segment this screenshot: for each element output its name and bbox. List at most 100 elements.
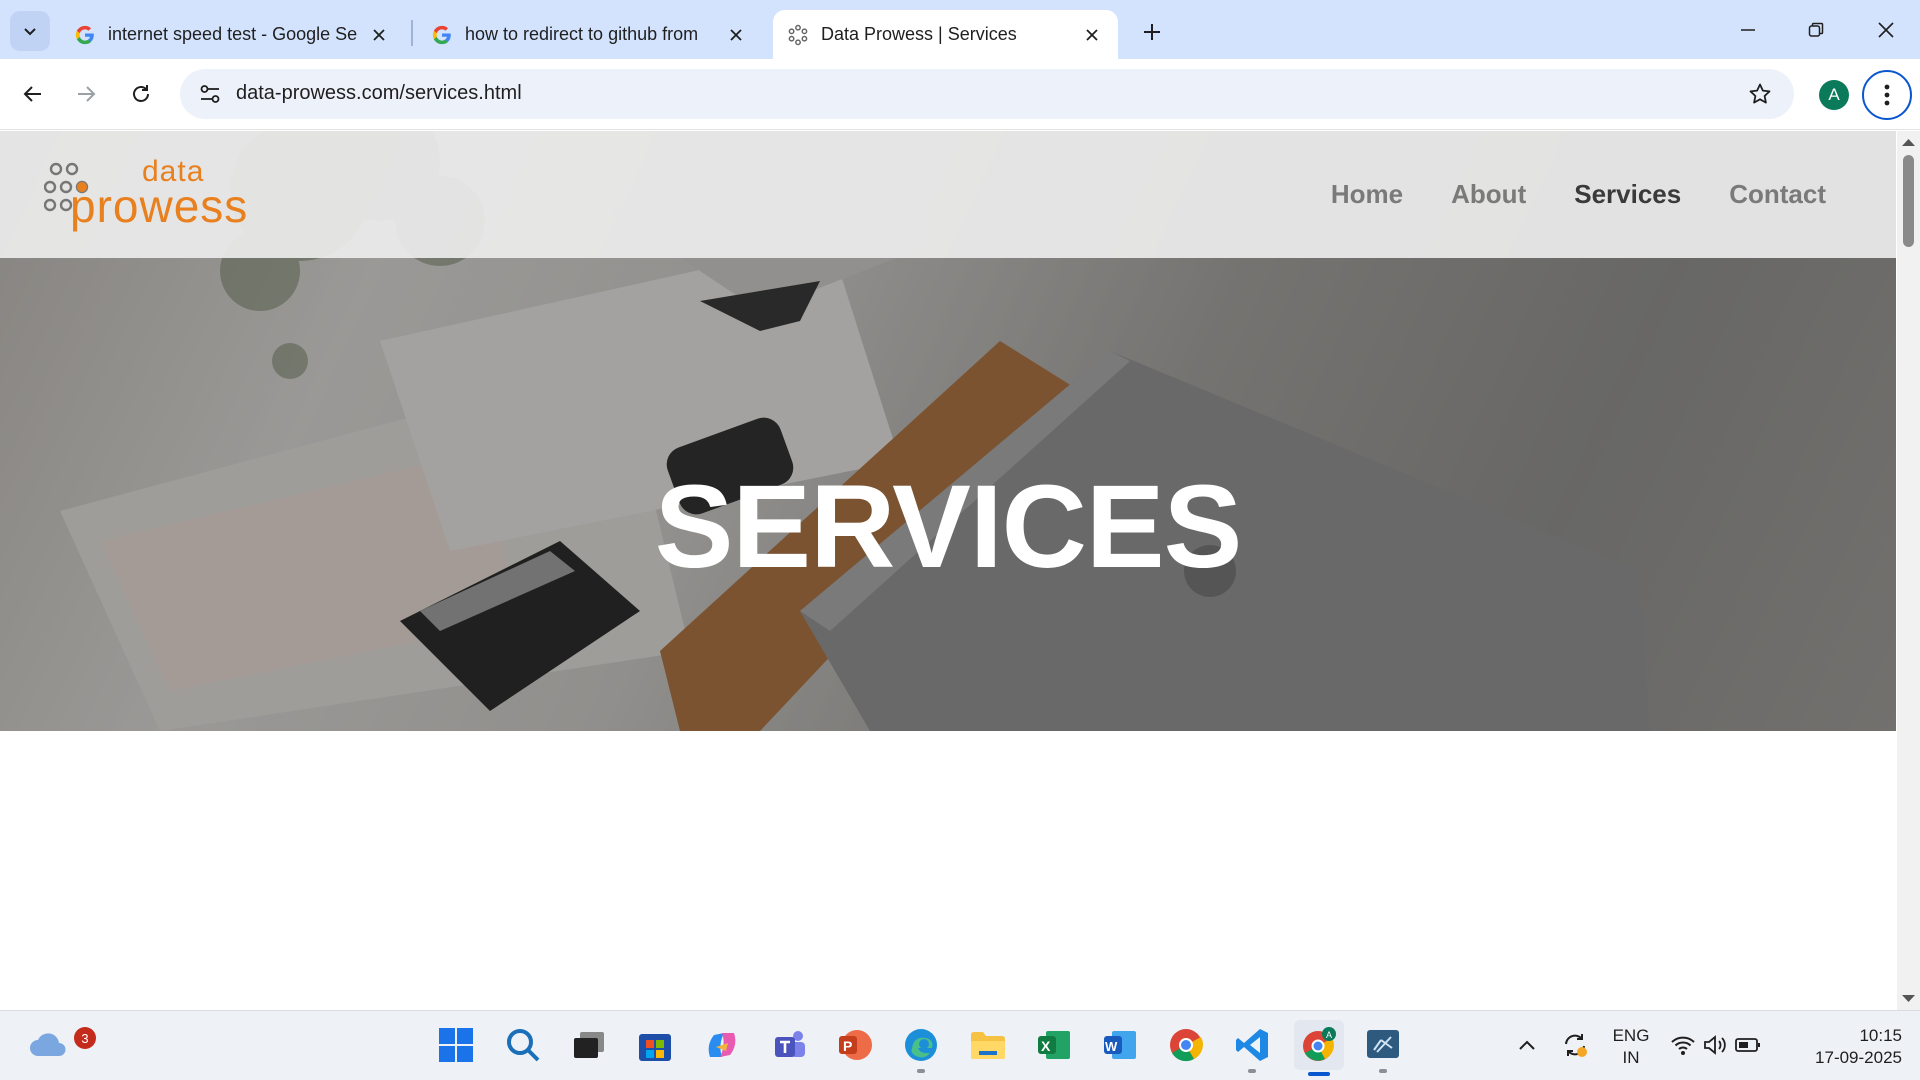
running-indicator	[1379, 1069, 1387, 1073]
close-icon[interactable]	[1080, 23, 1104, 47]
cloud-icon	[30, 1033, 66, 1056]
hero-banner: data prowess Home About Services Contact…	[0, 131, 1896, 731]
reload-button[interactable]	[121, 74, 161, 114]
task-view-button[interactable]	[567, 1023, 611, 1067]
store-app[interactable]	[633, 1023, 677, 1067]
svg-text:X: X	[1041, 1038, 1051, 1054]
site-favicon-icon	[788, 24, 808, 45]
tab-github-redirect[interactable]: how to redirect to github from	[417, 10, 762, 59]
scroll-down-icon	[1902, 995, 1915, 1002]
notification-badge: 3	[74, 1027, 96, 1049]
site-info-button[interactable]	[194, 78, 226, 110]
scroll-thumb[interactable]	[1903, 155, 1914, 247]
word-app[interactable]: W	[1098, 1023, 1142, 1067]
excel-icon: X	[1038, 1031, 1070, 1059]
tab-title: internet speed test - Google Se	[108, 24, 358, 44]
powerpoint-icon: P	[839, 1030, 872, 1060]
chrome-profile-app[interactable]: A	[1294, 1020, 1344, 1076]
teams-icon	[775, 1031, 805, 1057]
browser-toolbar: data-prowess.com/services.html A	[0, 59, 1920, 130]
tab-title: Data Prowess | Services	[821, 24, 1017, 44]
logo-word-prowess: prowess	[70, 180, 249, 232]
nav-services[interactable]: Services	[1574, 179, 1681, 210]
start-button[interactable]	[434, 1023, 478, 1067]
store-icon	[639, 1034, 671, 1061]
vscode-icon	[1236, 1029, 1268, 1061]
minimize-button[interactable]	[1728, 10, 1768, 50]
remote-desktop-app[interactable]	[1361, 1023, 1405, 1073]
page-title: SERVICES	[654, 461, 1243, 593]
sync-status-button[interactable]	[1553, 1023, 1597, 1067]
windows-start-icon	[439, 1028, 473, 1062]
svg-text:P: P	[843, 1038, 852, 1054]
page-scrollbar[interactable]	[1897, 131, 1920, 1010]
taskbar-search[interactable]	[501, 1023, 545, 1067]
copilot-icon	[708, 1033, 736, 1057]
remote-desktop-icon	[1367, 1030, 1399, 1058]
sync-icon	[1565, 1034, 1587, 1057]
url-text[interactable]: data-prowess.com/services.html	[236, 82, 522, 105]
teams-app[interactable]	[767, 1023, 811, 1067]
language-indicator[interactable]: ENG IN	[1606, 1025, 1656, 1069]
profile-avatar[interactable]: A	[1819, 80, 1849, 110]
site-header: data prowess Home About Services Contact	[0, 131, 1896, 258]
chrome-icon	[1170, 1029, 1203, 1062]
main-nav: Home About Services Contact	[1331, 179, 1826, 210]
folder-icon	[971, 1032, 1005, 1059]
new-tab-button[interactable]	[1136, 16, 1168, 48]
chrome-menu-button[interactable]	[1862, 70, 1912, 120]
nav-about[interactable]: About	[1451, 179, 1526, 210]
tab-data-prowess-services[interactable]: Data Prowess | Services	[773, 10, 1118, 59]
google-icon	[75, 25, 94, 44]
chrome-app[interactable]	[1164, 1023, 1208, 1067]
bookmark-button[interactable]	[1746, 80, 1774, 108]
search-icon	[507, 1029, 540, 1062]
close-icon	[1878, 22, 1894, 38]
page-viewport: data prowess Home About Services Contact…	[0, 131, 1896, 1010]
close-window-button[interactable]	[1866, 10, 1906, 50]
reload-icon	[133, 85, 149, 102]
clock[interactable]: 10:15 17-09-2025	[1790, 1025, 1902, 1069]
nav-contact[interactable]: Contact	[1729, 179, 1826, 210]
show-hidden-icons-button[interactable]	[1505, 1023, 1549, 1067]
clock-time: 10:15	[1859, 1026, 1902, 1045]
tab-divider	[411, 20, 413, 46]
back-button[interactable]	[13, 74, 53, 114]
svg-text:W: W	[1105, 1039, 1118, 1054]
copilot-app[interactable]	[700, 1023, 744, 1067]
file-explorer-app[interactable]	[966, 1023, 1010, 1067]
star-icon	[1749, 83, 1771, 104]
excel-app[interactable]: X	[1032, 1023, 1076, 1067]
plus-icon	[1144, 24, 1160, 40]
chevron-down-icon	[24, 28, 36, 36]
region-code: IN	[1622, 1048, 1640, 1067]
running-indicator	[917, 1069, 925, 1073]
restore-icon	[1808, 22, 1824, 37]
arrow-right-icon	[78, 86, 96, 102]
forward-button[interactable]	[66, 74, 106, 114]
address-bar[interactable]: data-prowess.com/services.html	[180, 69, 1794, 119]
running-indicator	[1248, 1069, 1256, 1073]
scroll-up-icon	[1902, 139, 1915, 146]
minimize-icon	[1741, 29, 1755, 31]
word-icon: W	[1104, 1031, 1136, 1059]
tab-search-button[interactable]	[10, 11, 50, 51]
chevron-up-icon	[1519, 1040, 1535, 1050]
restore-button[interactable]	[1796, 10, 1836, 50]
nav-home[interactable]: Home	[1331, 179, 1403, 210]
more-vert-icon	[1884, 84, 1890, 106]
vscode-app[interactable]	[1230, 1023, 1274, 1073]
site-logo[interactable]: data prowess	[44, 153, 304, 233]
language-code: ENG	[1612, 1026, 1650, 1045]
powerpoint-app[interactable]: P	[833, 1023, 877, 1067]
clock-date: 17-09-2025	[1815, 1048, 1902, 1067]
windows-taskbar: 3 P X W A ENG IN 10:15 17-09-2025	[0, 1010, 1920, 1080]
tab-internet-speed-test[interactable]: internet speed test - Google Se	[60, 10, 405, 59]
close-icon[interactable]	[367, 23, 391, 47]
tune-icon	[200, 85, 220, 103]
edge-app[interactable]	[899, 1023, 943, 1073]
battery-icon	[1735, 1038, 1760, 1052]
weather-widget[interactable]: 3	[26, 1023, 96, 1067]
quick-settings-button[interactable]	[1668, 1023, 1764, 1067]
close-icon[interactable]	[724, 23, 748, 47]
